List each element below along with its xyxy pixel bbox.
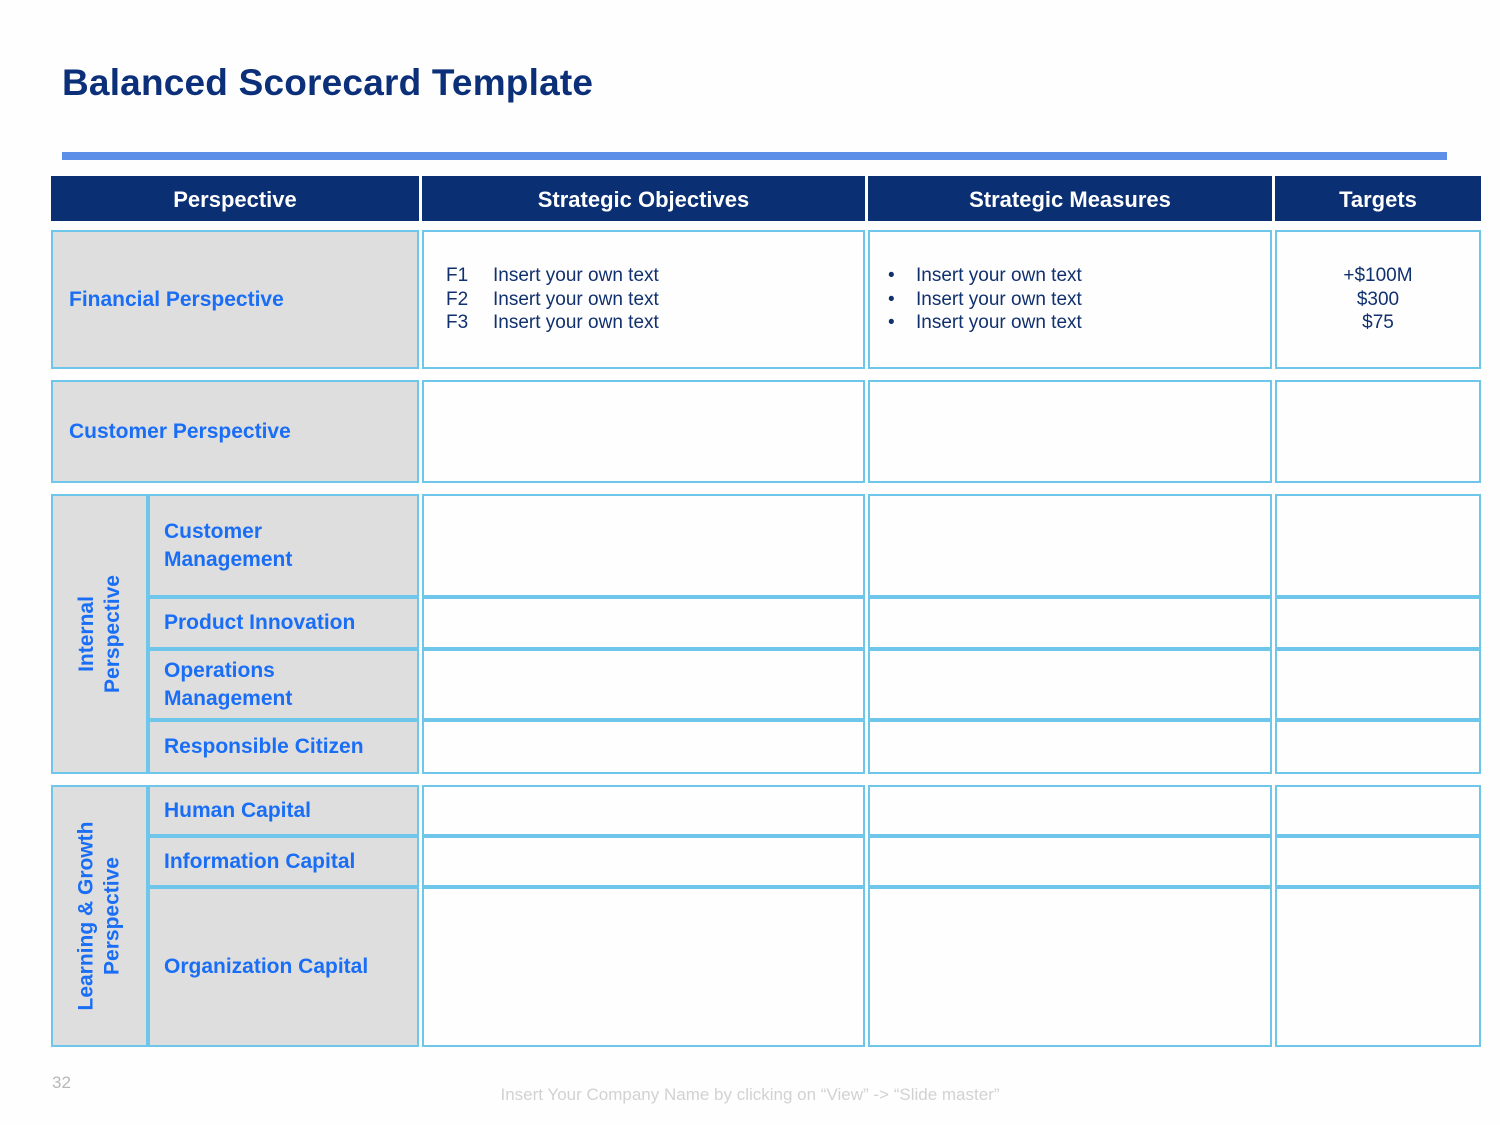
sub-perspective-label-operations-management[interactable]: Operations Management bbox=[148, 649, 419, 720]
measure-item: • Insert your own text bbox=[888, 311, 1270, 335]
learning-rows-container: Human Capital Information Capital Organi… bbox=[148, 785, 1481, 1047]
objectives-cell-information-capital[interactable] bbox=[422, 836, 865, 887]
perspective-label-learning-growth-line1: Learning & Growth bbox=[74, 821, 98, 1011]
measures-cell-customer[interactable] bbox=[868, 380, 1272, 483]
targets-list-financial: +$100M $300 $75 bbox=[1277, 232, 1479, 335]
bullet-icon: • bbox=[888, 312, 895, 333]
measures-cell-information-capital[interactable] bbox=[868, 836, 1272, 887]
table-group-internal-perspective: Internal Perspective Customer Management… bbox=[51, 494, 1481, 774]
table-row-organization-capital: Organization Capital bbox=[148, 887, 1481, 1047]
table-row-human-capital: Human Capital bbox=[148, 785, 1481, 836]
table-row-customer-perspective: Customer Perspective bbox=[51, 380, 1481, 483]
row-group-gap bbox=[51, 369, 1472, 380]
measure-item: • Insert your own text bbox=[888, 264, 1270, 288]
objectives-cell-organization-capital[interactable] bbox=[422, 887, 865, 1047]
measures-cell-responsible-citizen[interactable] bbox=[868, 720, 1272, 774]
objectives-cell-responsible-citizen[interactable] bbox=[422, 720, 865, 774]
objective-code: F3 bbox=[446, 312, 469, 333]
target-value: +$100M bbox=[1343, 265, 1413, 286]
page-title: Balanced Scorecard Template bbox=[62, 62, 594, 103]
balanced-scorecard-table: Perspective Strategic Objectives Strateg… bbox=[51, 176, 1481, 1047]
row-group-gap bbox=[51, 483, 1472, 494]
targets-cell-human-capital[interactable] bbox=[1275, 785, 1481, 836]
table-row-product-innovation: Product Innovation bbox=[148, 597, 1481, 649]
measures-list-financial: • Insert your own text • Insert your own… bbox=[870, 232, 1270, 335]
measure-text: Insert your own text bbox=[916, 265, 1082, 286]
target-value: $75 bbox=[1362, 312, 1394, 333]
table-row-financial-perspective: Financial Perspective F1 Insert your own… bbox=[51, 230, 1481, 369]
targets-cell-responsible-citizen[interactable] bbox=[1275, 720, 1481, 774]
bullet-icon: • bbox=[888, 288, 895, 310]
measures-cell-organization-capital[interactable] bbox=[868, 887, 1272, 1047]
measure-item: • Insert your own text bbox=[888, 288, 1270, 312]
measures-cell-customer-management[interactable] bbox=[868, 494, 1272, 597]
objectives-cell-product-innovation[interactable] bbox=[422, 597, 865, 649]
targets-cell-organization-capital[interactable] bbox=[1275, 887, 1481, 1047]
objectives-cell-customer-management[interactable] bbox=[422, 494, 865, 597]
measures-cell-human-capital[interactable] bbox=[868, 785, 1272, 836]
perspective-cell-learning-growth[interactable]: Learning & Growth Perspective bbox=[51, 785, 148, 1047]
objectives-cell-operations-management[interactable] bbox=[422, 649, 865, 720]
objective-code: F2 bbox=[446, 288, 469, 310]
bullet-icon: • bbox=[888, 265, 895, 286]
objective-item: F2 Insert your own text bbox=[446, 288, 863, 312]
target-value: $300 bbox=[1356, 288, 1400, 310]
objectives-cell-customer[interactable] bbox=[422, 380, 865, 483]
perspective-cell-customer[interactable]: Customer Perspective bbox=[51, 380, 419, 483]
perspective-label-customer: Customer Perspective bbox=[69, 419, 291, 443]
objectives-cell-financial[interactable]: F1 Insert your own text F2 Insert your o… bbox=[422, 230, 865, 369]
objective-text: Insert your own text bbox=[493, 265, 659, 286]
targets-cell-operations-management[interactable] bbox=[1275, 649, 1481, 720]
title-divider bbox=[62, 152, 1447, 160]
targets-cell-financial[interactable]: +$100M $300 $75 bbox=[1275, 230, 1481, 369]
table-row-responsible-citizen: Responsible Citizen bbox=[148, 720, 1481, 774]
table-row-operations-management: Operations Management bbox=[148, 649, 1481, 720]
perspective-cell-internal[interactable]: Internal Perspective bbox=[51, 494, 148, 774]
objective-text: Insert your own text bbox=[493, 288, 659, 310]
targets-cell-customer[interactable] bbox=[1275, 380, 1481, 483]
perspective-label-internal: Internal Perspective bbox=[74, 575, 126, 693]
measures-cell-product-innovation[interactable] bbox=[868, 597, 1272, 649]
table-row-information-capital: Information Capital bbox=[148, 836, 1481, 887]
sub-perspective-label-organization-capital[interactable]: Organization Capital bbox=[148, 887, 419, 1047]
sub-perspective-label-human-capital[interactable]: Human Capital bbox=[148, 785, 419, 836]
table-row-customer-management: Customer Management bbox=[148, 494, 1481, 597]
column-header-strategic-measures: Strategic Measures bbox=[868, 176, 1272, 221]
objective-code: F1 bbox=[446, 265, 469, 286]
perspective-label-financial: Financial Perspective bbox=[69, 287, 284, 311]
row-group-gap bbox=[51, 774, 1472, 785]
sub-perspective-label-product-innovation[interactable]: Product Innovation bbox=[148, 597, 419, 649]
objective-text: Insert your own text bbox=[493, 312, 659, 333]
table-header-row: Perspective Strategic Objectives Strateg… bbox=[51, 176, 1481, 221]
objective-item: F1 Insert your own text bbox=[446, 264, 863, 288]
sub-perspective-label-customer-management[interactable]: Customer Management bbox=[148, 494, 419, 597]
objectives-list-financial: F1 Insert your own text F2 Insert your o… bbox=[424, 232, 863, 335]
perspective-cell-financial[interactable]: Financial Perspective bbox=[51, 230, 419, 369]
column-header-strategic-objectives: Strategic Objectives bbox=[422, 176, 865, 221]
measure-text: Insert your own text bbox=[916, 288, 1082, 310]
column-header-targets: Targets bbox=[1275, 176, 1481, 221]
table-group-learning-growth-perspective: Learning & Growth Perspective Human Capi… bbox=[51, 785, 1481, 1047]
measures-cell-operations-management[interactable] bbox=[868, 649, 1272, 720]
column-header-perspective: Perspective bbox=[51, 176, 419, 221]
measures-cell-financial[interactable]: • Insert your own text • Insert your own… bbox=[868, 230, 1272, 369]
perspective-label-internal-line1: Internal bbox=[74, 596, 98, 672]
objectives-cell-human-capital[interactable] bbox=[422, 785, 865, 836]
perspective-label-internal-line2: Perspective bbox=[100, 575, 124, 693]
sub-perspective-label-information-capital[interactable]: Information Capital bbox=[148, 836, 419, 887]
slide-canvas: Balanced Scorecard Template Perspective … bbox=[0, 0, 1500, 1125]
perspective-label-learning-growth: Learning & Growth Perspective bbox=[74, 822, 126, 1011]
sub-perspective-label-responsible-citizen[interactable]: Responsible Citizen bbox=[148, 720, 419, 774]
targets-cell-product-innovation[interactable] bbox=[1275, 597, 1481, 649]
internal-rows-container: Customer Management Product Innovation O… bbox=[148, 494, 1481, 774]
slide-footer-note: Insert Your Company Name by clicking on … bbox=[500, 1085, 1000, 1104]
objective-item: F3 Insert your own text bbox=[446, 311, 863, 335]
targets-cell-information-capital[interactable] bbox=[1275, 836, 1481, 887]
perspective-label-learning-growth-line2: Perspective bbox=[100, 857, 124, 975]
measure-text: Insert your own text bbox=[916, 312, 1082, 333]
targets-cell-customer-management[interactable] bbox=[1275, 494, 1481, 597]
